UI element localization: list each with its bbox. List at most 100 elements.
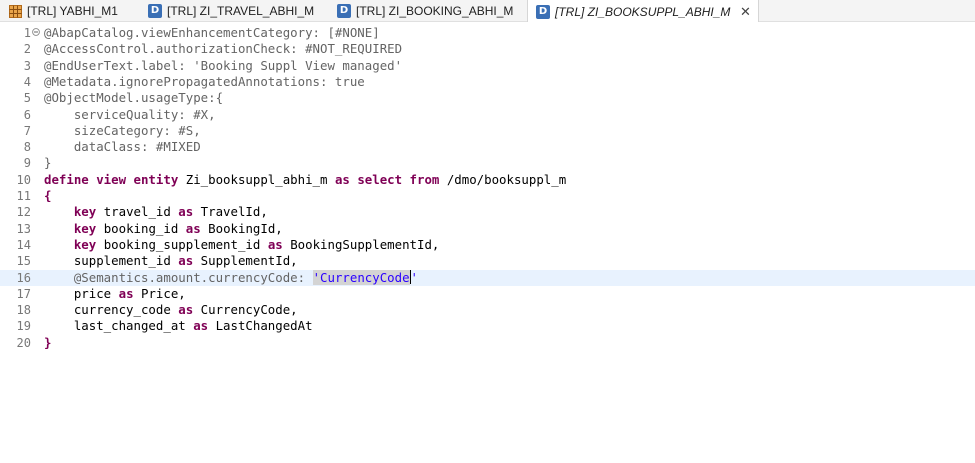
tab-label: [TRL] ZI_BOOKSUPPL_ABHI_M [555,4,731,19]
code-line[interactable]: 3 @EndUserText.label: 'Booking Suppl View… [0,58,975,74]
tab-label: [TRL] ZI_TRAVEL_ABHI_M [167,4,315,18]
code-token: BookingSupplementId, [282,236,440,252]
tab-yabhi-m1[interactable]: [TRL] YABHI_M1 [8,0,118,22]
line-number: 18 [16,303,31,318]
keyword-token: as select from [334,171,440,187]
annotation-token: sizeCategory: #S, [44,122,201,138]
code-text: define view entity Zi_booksuppl_abhi_m a… [44,172,566,188]
code-line[interactable]: 5 @ObjectModel.usageType:{ [0,90,975,106]
keyword-token: as [118,285,134,301]
code-line[interactable]: 20} [0,335,975,351]
line-number: 10 [16,172,31,187]
keyword-token: as [178,253,194,269]
code-line[interactable]: 12 key travel_id as TravelId, [0,204,975,220]
code-line[interactable]: 1 @AbapCatalog.viewEnhancementCategory: [… [0,25,975,41]
tab-zi-booking-abhi-m[interactable]: D [TRL] ZI_BOOKING_ABHI_M [337,0,513,22]
code-token: CurrencyCode, [193,302,298,318]
code-token: TravelId, [193,204,268,220]
line-number: 14 [16,237,31,252]
editor-tab-bar: [TRL] YABHI_M1 D [TRL] ZI_TRAVEL_ABHI_M … [0,0,975,23]
keyword-token: as [267,236,283,252]
keyword-token: key [73,204,97,220]
code-text: @Metadata.ignorePropagatedAnnotations: t… [44,74,365,90]
code-text: @ObjectModel.usageType:{ [44,90,223,106]
annotation-token: serviceQuality: #X, [44,106,216,122]
line-number: 6 [23,107,31,122]
code-line[interactable]: 17 price as Price, [0,286,975,302]
annotation-token: } [44,155,52,171]
tab-zi-travel-abhi-m[interactable]: D [TRL] ZI_TRAVEL_ABHI_M [148,0,314,22]
annotation-token: @AccessControl.authorizationCheck: #NOT_… [44,41,403,57]
string-token: ' [410,269,419,285]
code-line[interactable]: 7 sizeCategory: #S, [0,123,975,139]
line-number: 8 [23,140,31,155]
code-line[interactable]: 9} [0,155,975,171]
ddl-source-icon: D [536,4,550,19]
line-number: 7 [23,123,31,138]
annotation-token: dataClass: #MIXED [44,139,201,155]
ddl-source-icon: D [337,4,351,18]
code-token: travel_id [96,204,179,220]
keyword-token: as [185,220,201,236]
code-text: key booking_supplement_id as BookingSupp… [44,236,440,253]
ddl-source-icon: D [148,4,162,18]
code-line[interactable]: 15 supplement_id as SupplementId, [0,253,975,269]
line-number: 16 [16,270,31,285]
line-number: 2 [23,42,31,57]
line-number: 3 [23,58,31,73]
code-token: Zi_booksuppl_abhi_m [178,171,335,187]
annotation-token: @Semantics.amount.currencyCode: [73,269,313,285]
code-text: } [44,155,51,171]
line-number: 15 [16,254,31,269]
code-line[interactable]: 14 key booking_supplement_id as BookingS… [0,237,975,253]
table-icon [8,4,22,18]
fold-collapse-icon[interactable] [32,28,40,36]
code-text: @AbapCatalog.viewEnhancementCategory: [#… [44,25,380,41]
code-token: last_changed_at [44,318,194,334]
code-line[interactable]: 19 last_changed_at as LastChangedAt [0,318,975,334]
keyword-token: as [178,204,194,220]
keyword-token: define view entity [44,171,179,187]
string-token: 'CurrencyCode [312,269,410,285]
code-token: /dmo/booksuppl_m [439,171,567,187]
line-number: 1 [23,26,31,40]
line-number: 17 [16,286,31,301]
code-token: Price, [133,285,186,301]
annotation-token: @AbapCatalog.viewEnhancementCategory: [#… [44,25,380,40]
code-token: SupplementId, [193,253,298,269]
code-editor[interactable]: 1 @AbapCatalog.viewEnhancementCategory: [… [0,22,975,463]
code-line[interactable]: 4 @Metadata.ignorePropagatedAnnotations: … [0,74,975,90]
close-icon[interactable]: ✕ [738,4,752,20]
code-token: booking_id [96,220,186,236]
line-number: 13 [16,221,31,236]
code-text: key booking_id as BookingId, [44,221,283,237]
code-line[interactable]: 6 serviceQuality: #X, [0,107,975,123]
annotation-token: @Metadata.ignorePropagatedAnnotations: t… [44,73,365,89]
line-number: 11 [16,189,31,203]
tab-label: [TRL] ZI_BOOKING_ABHI_M [356,4,514,18]
code-text: price as Price, [44,286,186,302]
code-line[interactable]: 10 define view entity Zi_booksuppl_abhi_m… [0,172,975,188]
keyword-token: } [44,334,52,350]
code-line[interactable]: 11 { [0,188,975,204]
code-text: { [44,188,51,204]
tab-label: [TRL] YABHI_M1 [27,4,118,18]
code-line[interactable]: 13 key booking_id as BookingId, [0,221,975,237]
code-line[interactable]: 2 @AccessControl.authorizationCheck: #NOT… [0,41,975,57]
code-text: supplement_id as SupplementId, [44,253,298,269]
code-line[interactable]: 16 @Semantics.amount.currencyCode: 'Curr… [0,269,975,286]
keyword-token: as [193,318,209,334]
code-text: @AccessControl.authorizationCheck: #NOT_… [44,41,402,57]
code-token: price [44,285,119,301]
tab-zi-booksuppl-abhi-m[interactable]: D [TRL] ZI_BOOKSUPPL_ABHI_M ✕ [527,0,760,23]
keyword-token: key [73,220,97,236]
line-number: 9 [23,156,31,171]
line-number: 5 [23,91,31,106]
code-token: currency_code [44,302,179,318]
code-line[interactable]: 18 currency_code as CurrencyCode, [0,302,975,318]
keyword-token: { [44,188,52,203]
code-line[interactable]: 8 dataClass: #MIXED [0,139,975,155]
annotation-token: @ObjectModel.usageType:{ [44,90,224,106]
